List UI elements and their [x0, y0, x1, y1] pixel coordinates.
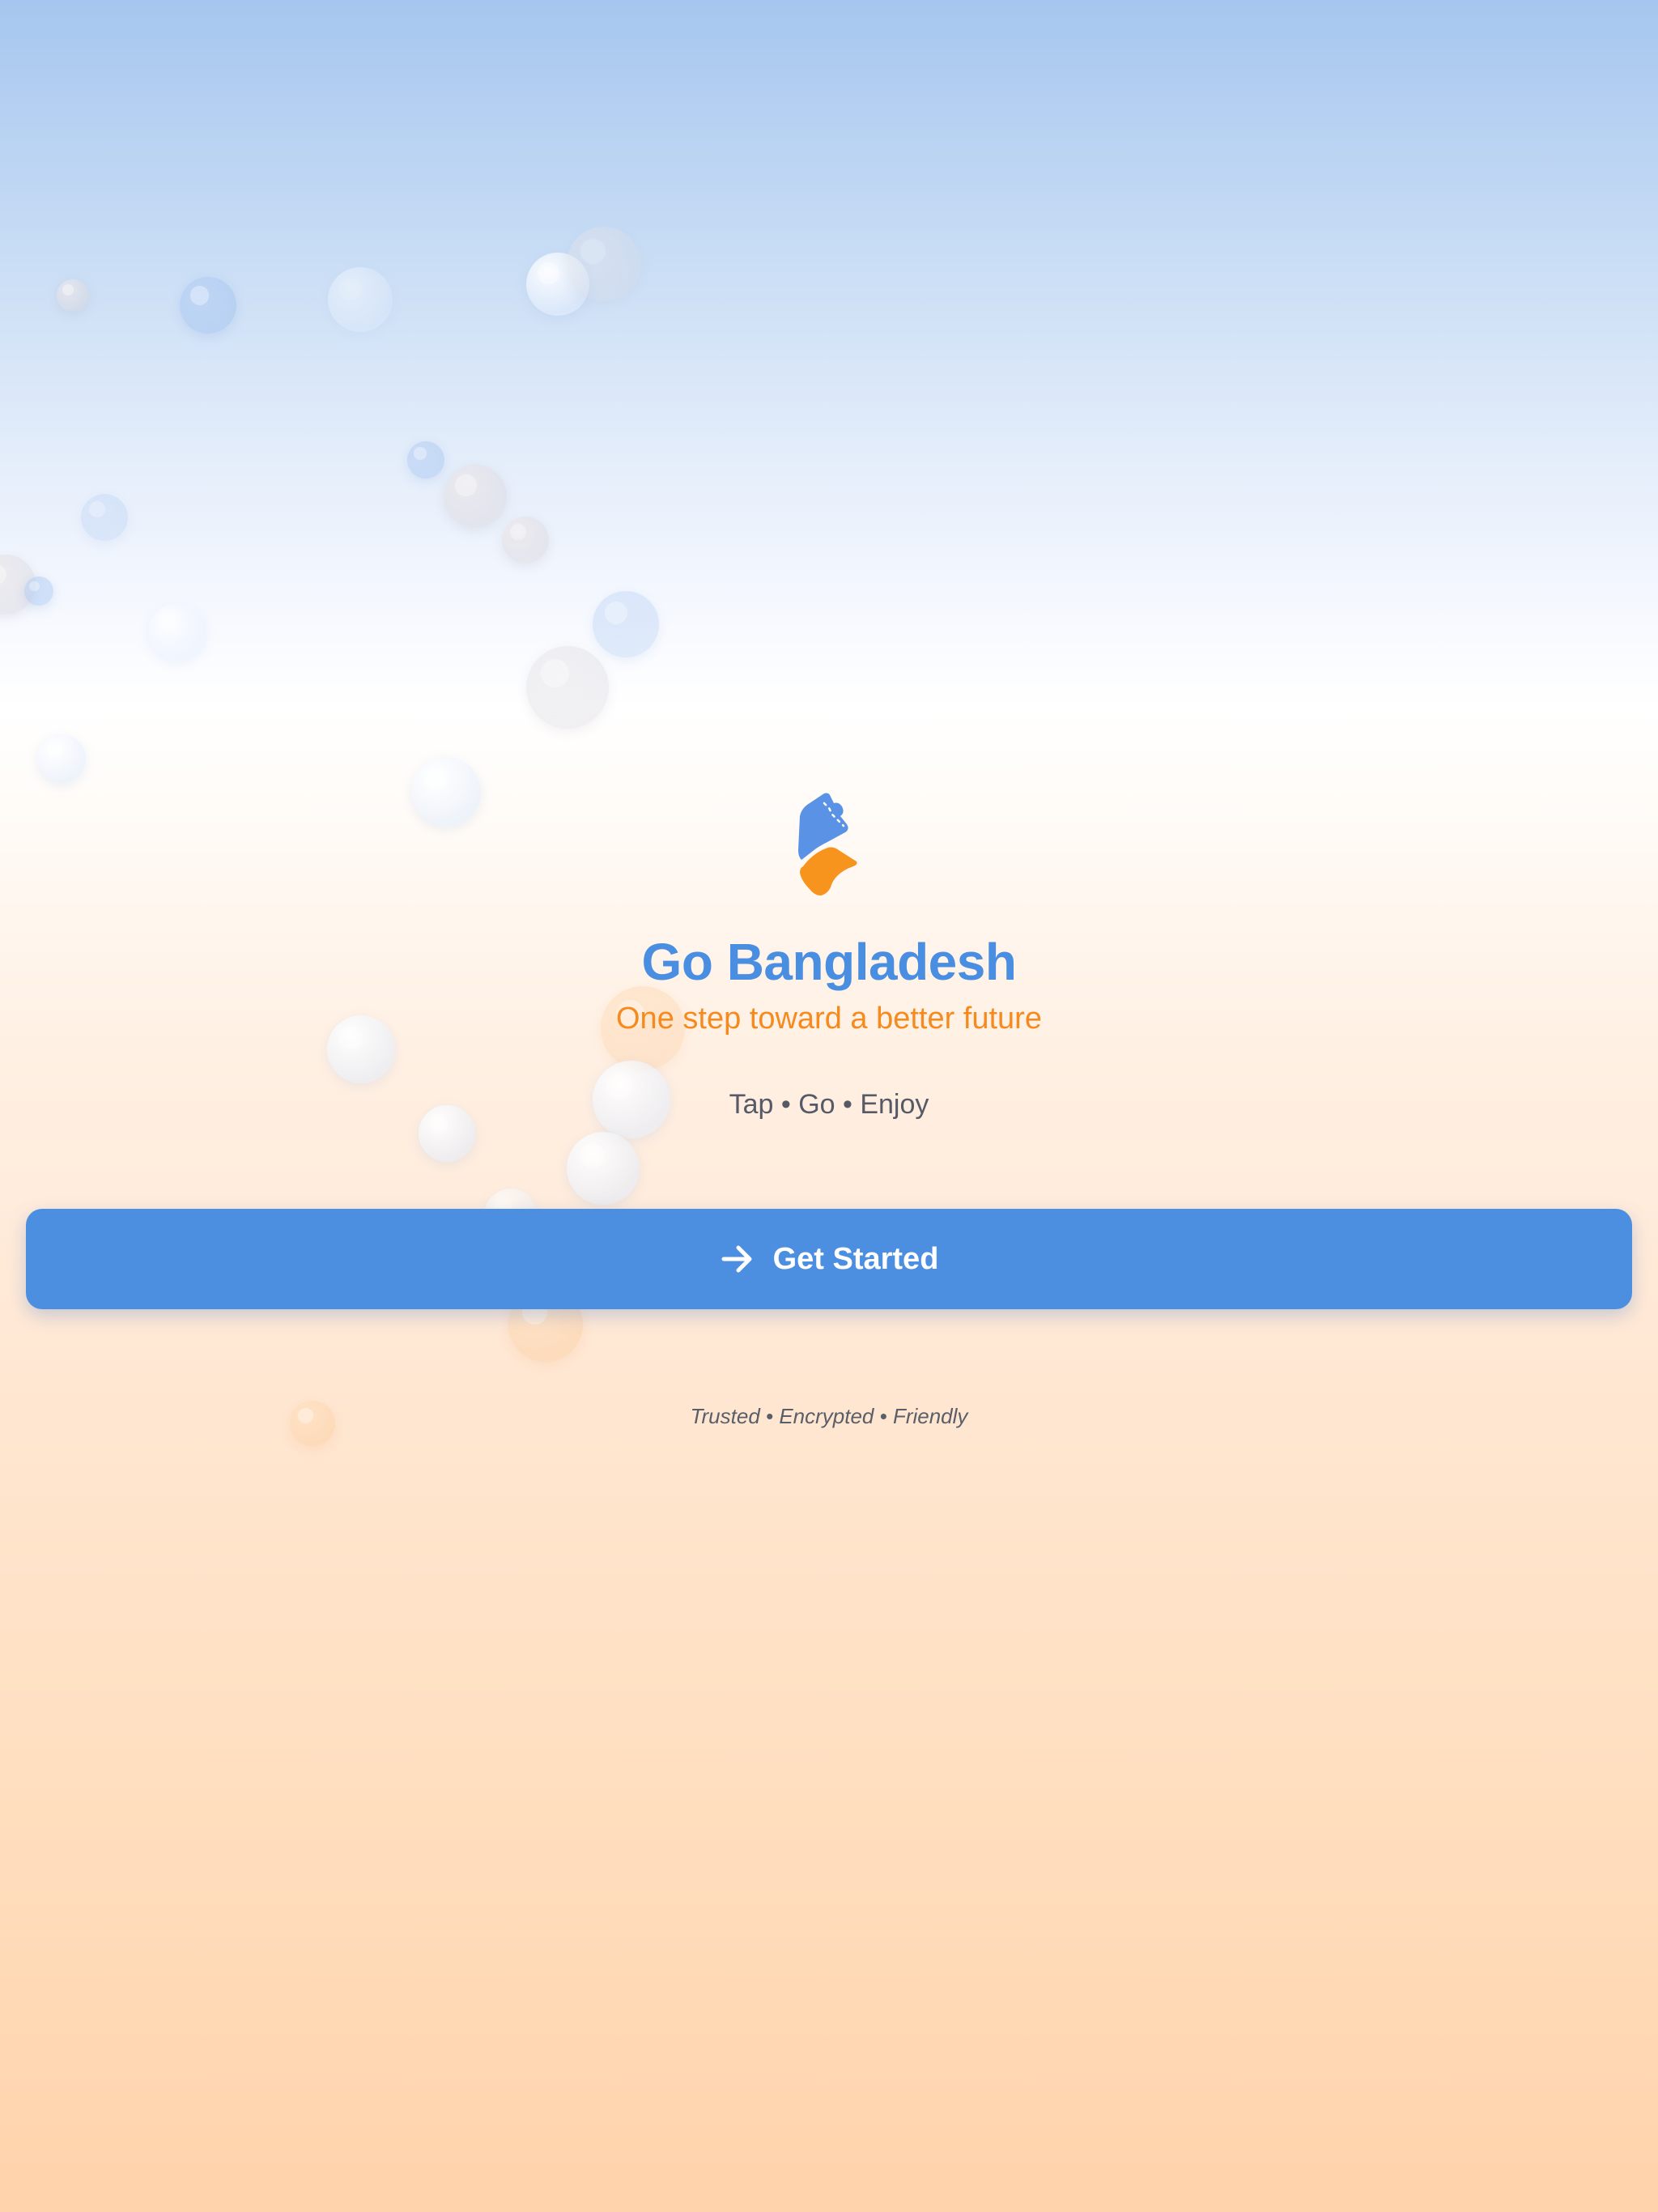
- decorative-bubble: [567, 1132, 640, 1205]
- arrow-right-icon: [721, 1245, 752, 1273]
- decorative-bubble: [593, 591, 659, 657]
- decorative-bubble: [148, 603, 206, 661]
- bangladesh-map-logo: [798, 793, 857, 895]
- logo-south-shape: [800, 847, 857, 895]
- get-started-label: Get Started: [772, 1242, 939, 1276]
- decorative-bubble: [180, 277, 236, 334]
- decorative-bubble: [411, 757, 481, 827]
- decorative-bubble: [502, 517, 549, 564]
- app-tagline: One step toward a better future: [616, 1002, 1042, 1036]
- trust-note: Trusted • Encrypted • Friendly: [690, 1404, 968, 1428]
- decorative-bubble: [37, 734, 86, 783]
- decorative-bubble: [526, 646, 609, 729]
- app-title: Go Bangladesh: [641, 933, 1017, 991]
- decorative-bubble: [567, 227, 641, 301]
- decorative-bubble: [444, 465, 507, 528]
- decorative-bubble: [57, 279, 89, 312]
- decorative-bubble: [24, 576, 53, 606]
- decorative-bubble: [407, 441, 444, 479]
- decorative-bubble: [0, 555, 36, 615]
- get-started-button[interactable]: Get Started: [26, 1209, 1632, 1309]
- decorative-bubble: [328, 267, 393, 332]
- decorative-bubble: [526, 253, 589, 316]
- app-slogan: Tap • Go • Enjoy: [729, 1089, 929, 1120]
- decorative-bubble: [81, 494, 128, 541]
